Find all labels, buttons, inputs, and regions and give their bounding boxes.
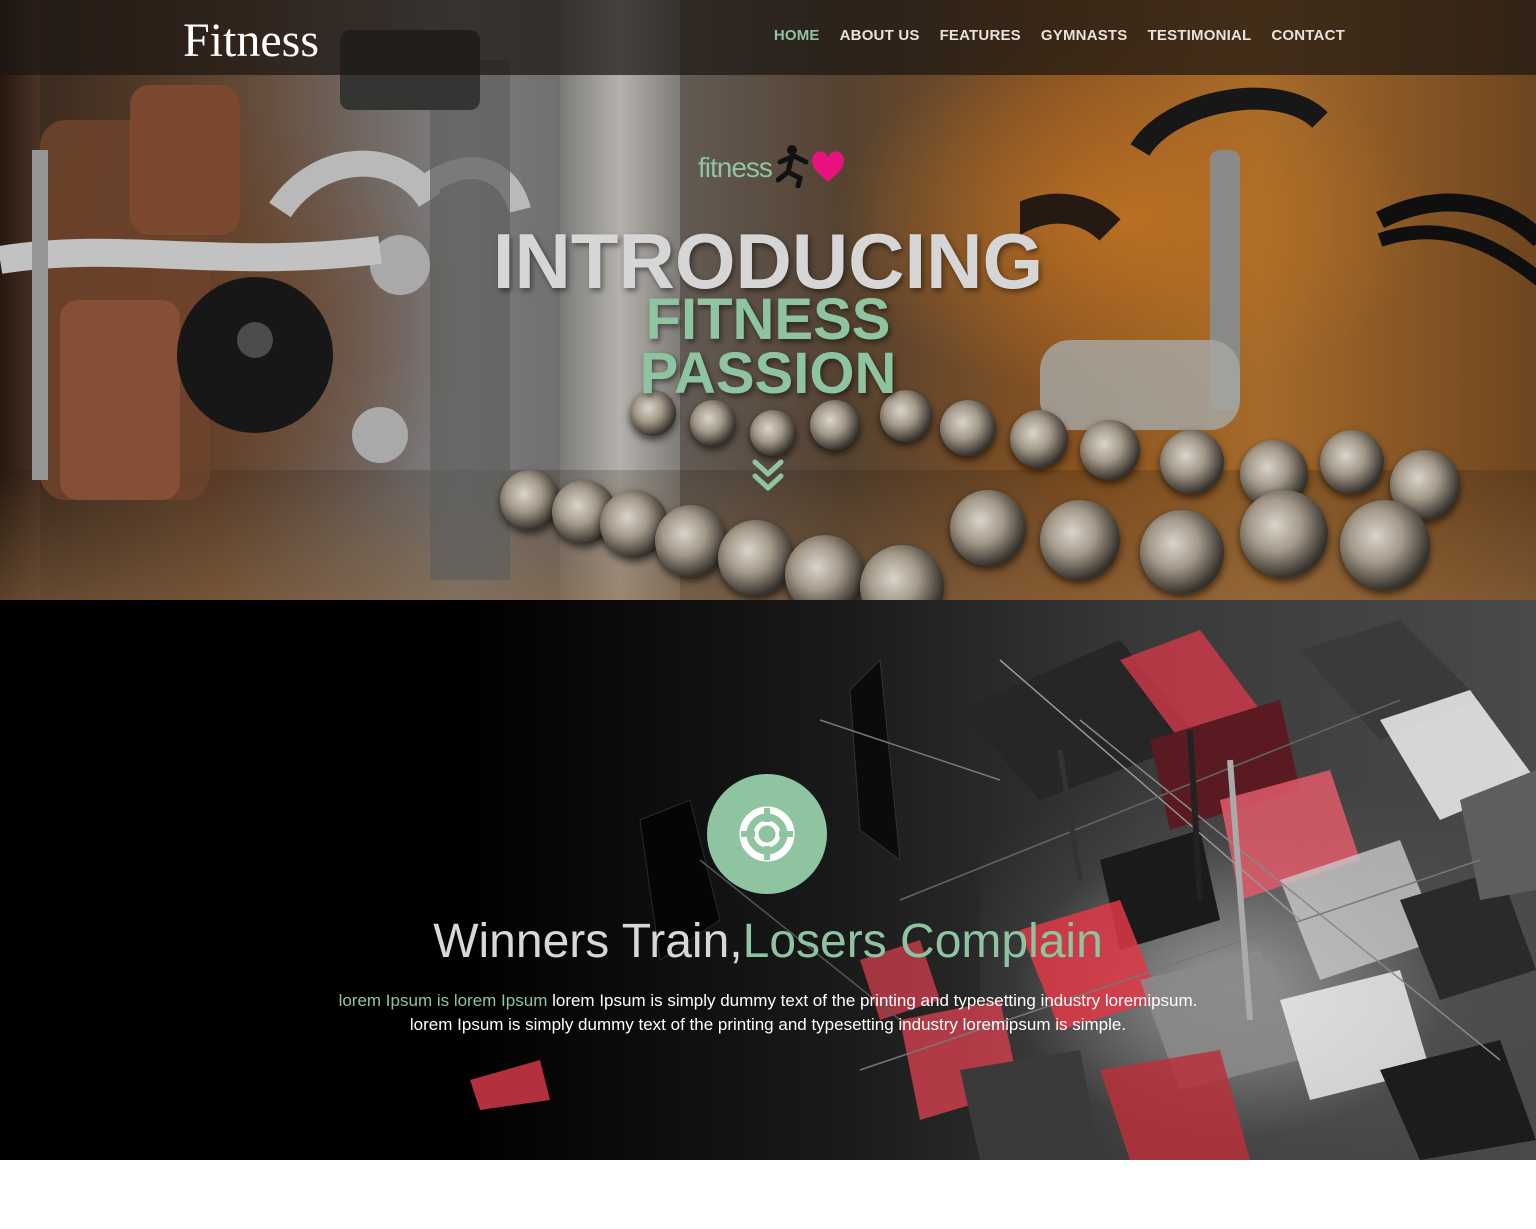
hero-section: fitness INTRODUCING FITNESS PASSION: [0, 0, 1536, 600]
feature-icon-badge: [707, 774, 827, 894]
nav-item-home[interactable]: HOME: [774, 27, 820, 45]
runner-heart-icon: [776, 145, 844, 188]
navbar: Fitness HOME ABOUT US FEATURES GYMNASTS …: [0, 0, 1536, 75]
brand-logo[interactable]: Fitness: [183, 12, 319, 70]
double-chevron-down-icon[interactable]: [752, 458, 784, 494]
hero-heading-passion: PASSION: [639, 341, 897, 406]
fitness-logo: fitness: [698, 140, 848, 190]
tagline-part-2: Losers Complain: [742, 915, 1103, 968]
nav-item-about-us[interactable]: ABOUT US: [840, 27, 920, 45]
description-highlight: lorem Ipsum is lorem Ipsum: [338, 991, 548, 1010]
life-ring-icon: [739, 806, 795, 862]
nav-item-testimonial[interactable]: TESTIMONIAL: [1148, 27, 1252, 45]
main-nav: HOME ABOUT US FEATURES GYMNASTS TESTIMON…: [774, 27, 1345, 45]
motivation-description: lorem Ipsum is lorem Ipsum lorem Ipsum i…: [330, 989, 1206, 1037]
nav-item-contact[interactable]: CONTACT: [1271, 27, 1345, 45]
logo-text: fitness: [698, 152, 773, 183]
nav-item-features[interactable]: FEATURES: [940, 27, 1021, 45]
tagline-part-1: Winners Train,: [433, 915, 743, 968]
motivation-tagline: Winners Train,Losers Complain: [0, 912, 1536, 972]
nav-item-gymnasts[interactable]: GYMNASTS: [1041, 27, 1128, 45]
